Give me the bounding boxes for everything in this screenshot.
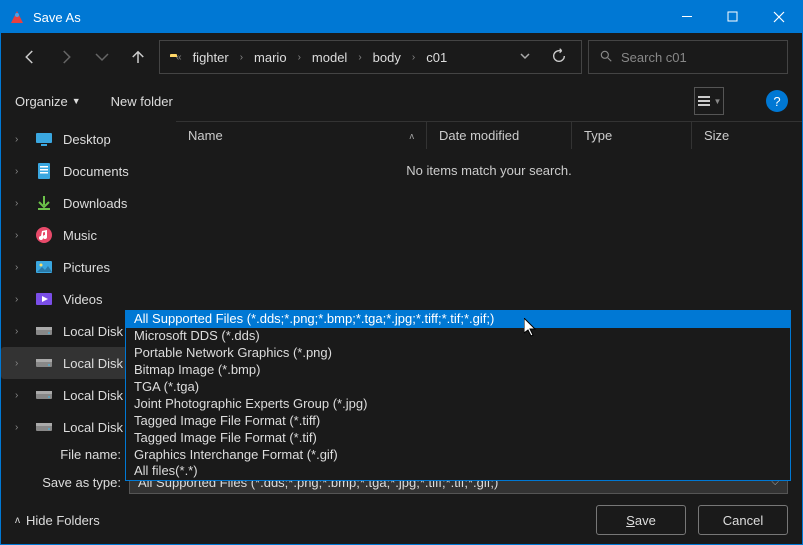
- up-button[interactable]: [123, 42, 153, 72]
- navigation-bar: « fighter › mario › model › body › c01 S…: [1, 33, 802, 81]
- disk-icon: [35, 418, 53, 434]
- filetype-option[interactable]: Graphics Interchange Format (*.gif): [126, 447, 790, 464]
- sidebar-item-label: Videos: [63, 292, 103, 307]
- maximize-button[interactable]: [710, 1, 756, 33]
- close-button[interactable]: [756, 1, 802, 33]
- column-date[interactable]: Date modified: [426, 122, 571, 149]
- breadcrumb-mario[interactable]: mario: [249, 48, 292, 67]
- chevron-right-icon: ›: [15, 294, 25, 305]
- organize-button[interactable]: Organize▼: [15, 94, 81, 109]
- chevron-right-icon: ›: [296, 52, 303, 63]
- search-icon: [599, 49, 613, 66]
- help-button[interactable]: ?: [766, 90, 788, 112]
- hide-folders-button[interactable]: ʌHide Folders: [15, 513, 100, 528]
- new-folder-button[interactable]: New folder: [111, 94, 173, 109]
- filetype-option[interactable]: Microsoft DDS (*.dds): [126, 328, 790, 345]
- disk-icon: [35, 386, 53, 404]
- forward-button[interactable]: [51, 42, 81, 72]
- column-headers: Nameʌ Date modified Type Size: [176, 121, 802, 149]
- chevron-down-icon: ▼: [72, 96, 81, 106]
- sidebar-item-label: Documents: [63, 164, 129, 179]
- filetype-option[interactable]: Tagged Image File Format (*.tif): [126, 430, 790, 447]
- column-name[interactable]: Nameʌ: [176, 122, 426, 149]
- music-icon: [35, 226, 53, 244]
- chevron-right-icon: ›: [15, 326, 25, 337]
- filetype-option[interactable]: All files(*.*): [126, 463, 790, 480]
- column-type[interactable]: Type: [571, 122, 691, 149]
- address-bar[interactable]: « fighter › mario › model › body › c01: [159, 40, 582, 74]
- saveastype-label: Save as type:: [1, 475, 121, 490]
- sidebar-item-pictures[interactable]: › Pictures: [1, 251, 176, 283]
- breadcrumb-fighter[interactable]: fighter: [188, 48, 234, 67]
- filetype-option[interactable]: Portable Network Graphics (*.png): [126, 345, 790, 362]
- sidebar-item-label: Desktop: [63, 132, 111, 147]
- chevron-up-icon: ʌ: [15, 515, 20, 526]
- filetype-option[interactable]: TGA (*.tga): [126, 379, 790, 396]
- breadcrumb-c01[interactable]: c01: [421, 48, 452, 67]
- chevron-right-icon: ›: [15, 390, 25, 401]
- chevron-right-icon: ›: [356, 52, 363, 63]
- filename-label: File name:: [1, 447, 121, 462]
- chevron-down-icon: ▼: [714, 97, 722, 106]
- footer: ʌHide Folders Save Cancel: [1, 496, 802, 544]
- chevron-right-icon: ›: [15, 166, 25, 177]
- desktop-icon: [35, 130, 53, 148]
- toolbar: Organize▼ New folder ▼ ?: [1, 81, 802, 121]
- pic-icon: [35, 258, 53, 276]
- filetype-option[interactable]: Bitmap Image (*.bmp): [126, 362, 790, 379]
- chevron-right-icon: ›: [15, 198, 25, 209]
- window-title: Save As: [33, 10, 664, 25]
- minimize-button[interactable]: [664, 1, 710, 33]
- chevron-right-icon: ›: [15, 262, 25, 273]
- back-button[interactable]: [15, 42, 45, 72]
- disk-icon: [35, 354, 53, 372]
- titlebar: Save As: [1, 1, 802, 33]
- chevron-right-icon: ›: [15, 422, 25, 433]
- filetype-option[interactable]: Tagged Image File Format (*.tiff): [126, 413, 790, 430]
- down-icon: [35, 194, 53, 212]
- sidebar-item-label: Downloads: [63, 196, 127, 211]
- save-button[interactable]: Save: [596, 505, 686, 535]
- app-icon: [9, 9, 25, 25]
- sidebar-item-label: Music: [63, 228, 97, 243]
- recent-button[interactable]: [87, 42, 117, 72]
- search-input[interactable]: Search c01: [588, 40, 788, 74]
- disk-icon: [35, 322, 53, 340]
- sidebar-item-desktop[interactable]: › Desktop: [1, 123, 176, 155]
- refresh-button[interactable]: [543, 48, 575, 67]
- view-mode-button[interactable]: ▼: [694, 87, 724, 115]
- filetype-option[interactable]: Joint Photographic Experts Group (*.jpg): [126, 396, 790, 413]
- chevron-right-icon: ›: [15, 358, 25, 369]
- breadcrumb-model[interactable]: model: [307, 48, 352, 67]
- chevron-right-icon: ›: [15, 134, 25, 145]
- chevron-right-icon: ›: [238, 52, 245, 63]
- cancel-button[interactable]: Cancel: [698, 505, 788, 535]
- chevron-right-icon: ›: [15, 230, 25, 241]
- column-size[interactable]: Size: [691, 122, 802, 149]
- save-as-dialog: Save As « fighter › mario › model › body…: [0, 0, 803, 545]
- sidebar-item-music[interactable]: › Music: [1, 219, 176, 251]
- breadcrumb-body[interactable]: body: [368, 48, 406, 67]
- filetype-option[interactable]: All Supported Files (*.dds;*.png;*.bmp;*…: [126, 311, 790, 328]
- sidebar-item-documents[interactable]: › Documents: [1, 155, 176, 187]
- address-dropdown-button[interactable]: [511, 50, 539, 65]
- filetype-dropdown[interactable]: All Supported Files (*.dds;*.png;*.bmp;*…: [125, 310, 791, 481]
- sort-indicator-icon: ʌ: [410, 131, 415, 141]
- search-placeholder: Search c01: [621, 50, 687, 65]
- vid-icon: [35, 290, 53, 308]
- sidebar-item-downloads[interactable]: › Downloads: [1, 187, 176, 219]
- sidebar-item-label: Pictures: [63, 260, 110, 275]
- chevron-right-icon: ›: [410, 52, 417, 63]
- doc-icon: [35, 162, 53, 180]
